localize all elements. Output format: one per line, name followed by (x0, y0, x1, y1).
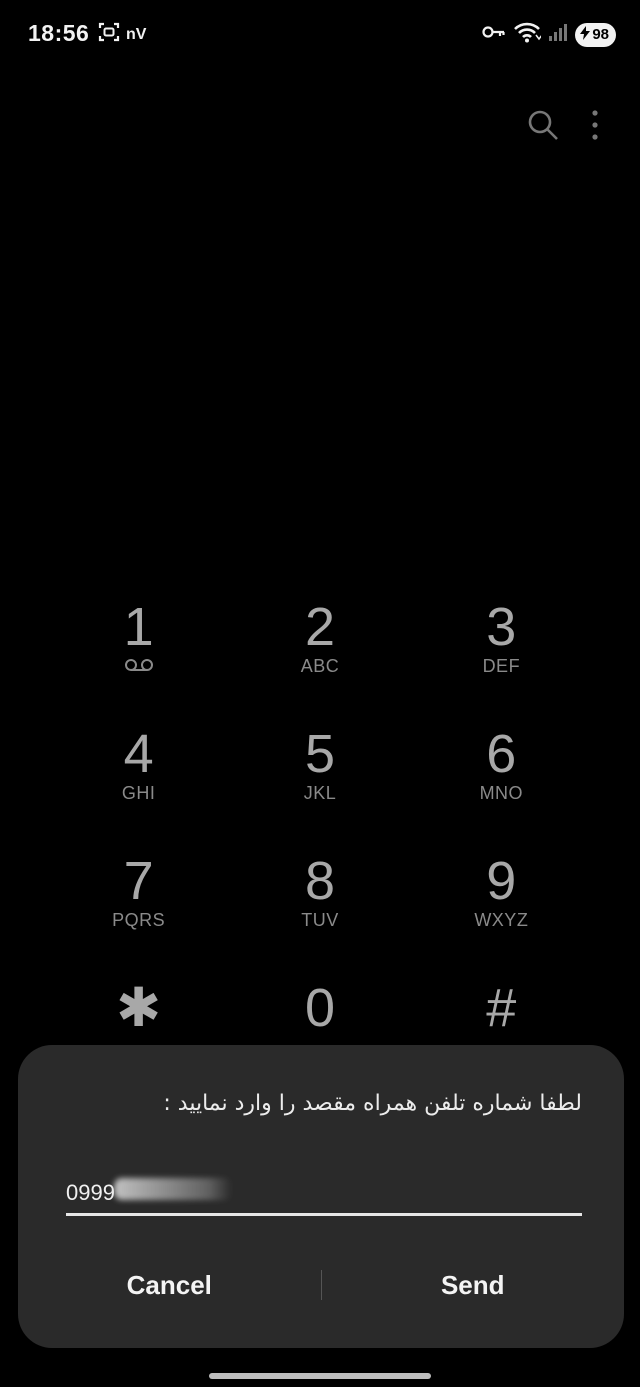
dial-key-9[interactable]: 9 WXYZ (411, 852, 592, 979)
home-indicator[interactable] (209, 1373, 431, 1379)
key-letters: MNO (479, 783, 524, 803)
key-digit: 8 (304, 851, 336, 911)
dial-key-4[interactable]: 4 GHI (48, 725, 229, 852)
key-letters: PQRS (112, 910, 166, 930)
dial-key-2[interactable]: 2 ABC (229, 598, 410, 725)
status-bar: 18:56 nV 98 (0, 0, 640, 68)
top-actions (526, 108, 600, 147)
dialog-message: لطفا شماره تلفن همراه مقصد را وارد نمایی… (163, 1091, 582, 1116)
key-digit: # (486, 978, 517, 1038)
wifi-icon (513, 21, 543, 48)
voicemail-icon (124, 656, 154, 678)
key-letters: WXYZ (474, 910, 529, 930)
key-letters: JKL (303, 783, 337, 803)
redacted-number-blur (114, 1178, 232, 1200)
dial-key-5[interactable]: 5 JKL (229, 725, 410, 852)
vpn-key-icon (482, 24, 506, 45)
network-label: nV (126, 25, 147, 43)
battery-level: 98 (592, 26, 609, 43)
key-digit: 4 (123, 724, 154, 784)
key-letters: TUV (301, 910, 339, 930)
key-digit: 3 (486, 597, 517, 657)
dial-key-6[interactable]: 6 MNO (411, 725, 592, 852)
search-icon[interactable] (526, 108, 560, 147)
key-digit: 5 (304, 724, 336, 784)
dial-key-8[interactable]: 8 TUV (229, 852, 410, 979)
screenshot-icon (98, 22, 120, 47)
dial-key-3[interactable]: 3 DEF (411, 598, 592, 725)
key-digit: 9 (486, 851, 517, 911)
key-digit: 1 (123, 597, 154, 657)
key-digit: 2 (304, 597, 336, 657)
cancel-button[interactable]: Cancel (18, 1270, 321, 1301)
dial-key-7[interactable]: 7 PQRS (48, 852, 229, 979)
key-digit: ✱ (116, 978, 162, 1038)
key-digit: 6 (486, 724, 517, 784)
signal-icon (548, 22, 568, 47)
key-digit: 7 (123, 851, 154, 911)
status-left-icons: nV (98, 22, 146, 47)
key-letters: DEF (482, 656, 521, 676)
send-button[interactable]: Send (322, 1270, 625, 1301)
more-options-icon[interactable] (590, 109, 600, 146)
status-right-icons: 98 (482, 21, 616, 48)
status-time: 18:56 (28, 20, 90, 46)
dialpad: 1 2 ABC 3 DEF 4 GHI 5 JKL 6 MNO 7 PQRS 8… (48, 598, 592, 1106)
input-dialog: لطفا شماره تلفن همراه مقصد را وارد نمایی… (18, 1045, 624, 1348)
dialog-buttons: Cancel Send (18, 1255, 624, 1315)
key-letters: GHI (121, 783, 156, 803)
key-digit: 0 (304, 978, 336, 1038)
battery-charging-icon (580, 25, 591, 44)
dial-key-1[interactable]: 1 (48, 598, 229, 725)
key-letters: ABC (300, 656, 340, 676)
battery-indicator: 98 (575, 22, 616, 47)
